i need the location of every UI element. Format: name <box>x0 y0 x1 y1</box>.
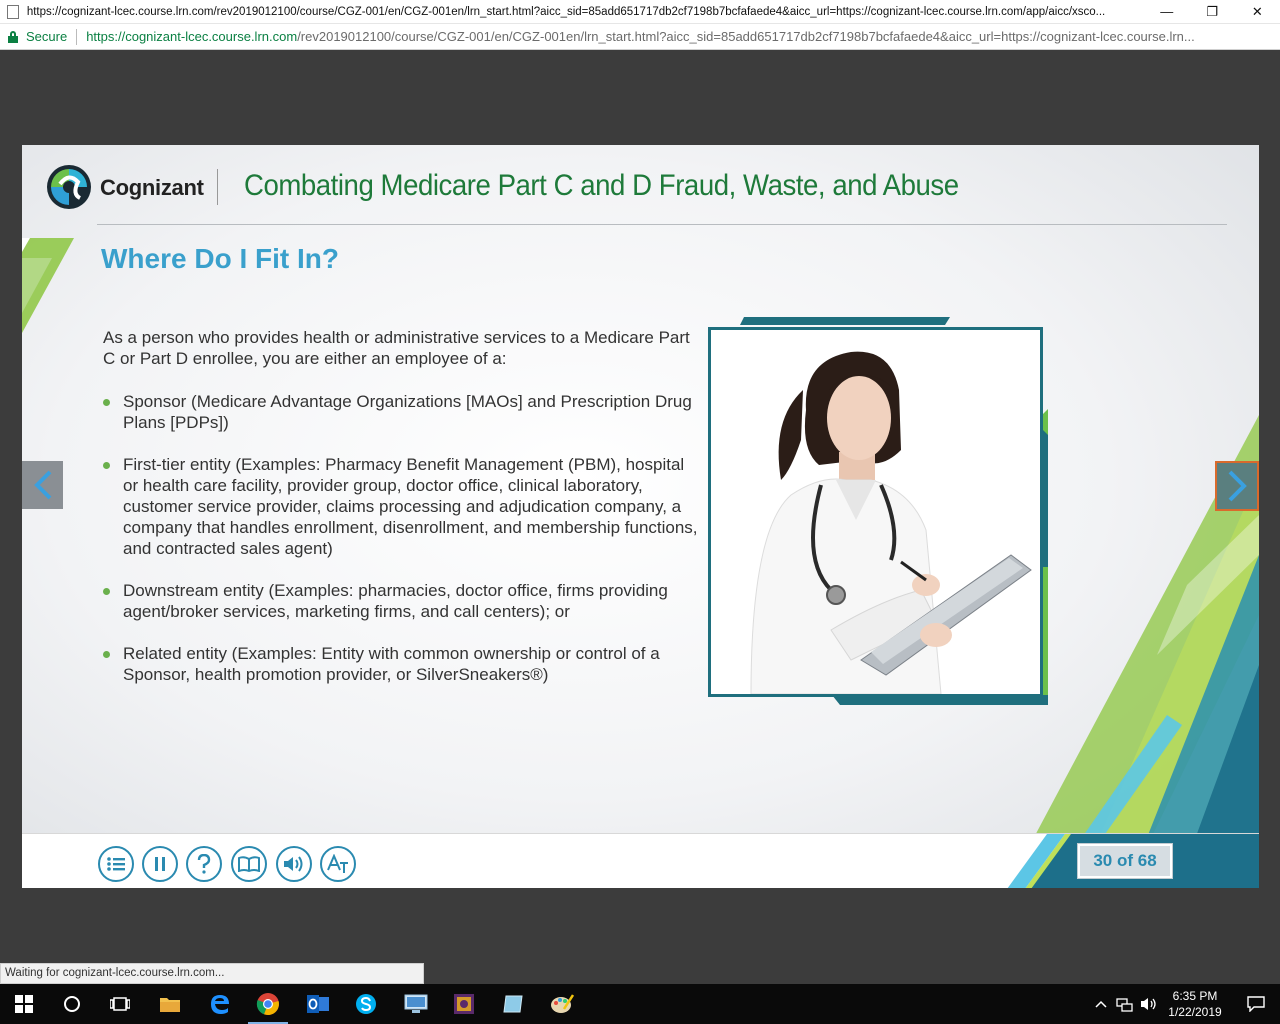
bullet-icon <box>103 462 110 469</box>
taskbar-remote-desktop[interactable] <box>392 984 440 1024</box>
player-controls: 30 of 68 <box>22 833 1259 888</box>
taskbar-edge[interactable] <box>196 984 244 1024</box>
audio-button[interactable] <box>276 846 312 882</box>
chrome-icon <box>256 993 279 1016</box>
bullet-text: Sponsor (Medicare Advantage Organization… <box>123 392 692 432</box>
remote-desktop-icon <box>404 994 428 1013</box>
url-host: https://cognizant-lcec.course.lrn.com <box>86 29 298 44</box>
brand-name: Cognizant <box>100 175 204 200</box>
intro-text: As a person who provides health or admin… <box>103 328 690 368</box>
taskbar-chrome[interactable] <box>244 984 292 1024</box>
address-bar[interactable]: Secure https://cognizant-lcec.course.lrn… <box>0 24 1280 50</box>
page-counter: 30 of 68 <box>1077 843 1173 879</box>
system-tray <box>1094 984 1158 1024</box>
windows-icon <box>15 995 33 1013</box>
taskbar-outlook[interactable] <box>294 984 342 1024</box>
search-button[interactable] <box>48 984 96 1024</box>
notes-icon <box>503 995 523 1013</box>
url-path: /rev2019012100/course/CGZ-001/en/CGZ-001… <box>297 29 1195 44</box>
book-icon <box>238 856 260 872</box>
course-title: Combating Medicare Part C and D Fraud, W… <box>244 169 959 202</box>
nurse-photo <box>708 327 1043 697</box>
list-item: Downstream entity (Examples: pharmacies,… <box>103 580 703 622</box>
taskbar-skype[interactable] <box>342 984 390 1024</box>
close-button[interactable]: ✕ <box>1235 0 1280 24</box>
lock-icon <box>8 30 18 43</box>
restore-button[interactable]: ❐ <box>1189 0 1234 24</box>
url-field[interactable]: https://cognizant-lcec.course.lrn.com/re… <box>86 29 1266 44</box>
chevron-left-icon <box>33 470 51 500</box>
window-title: https://cognizant-lcec.course.lrn.com/re… <box>26 5 1106 18</box>
glossary-button[interactable] <box>231 846 267 882</box>
action-center-button[interactable] <box>1232 984 1280 1024</box>
minimize-button[interactable]: — <box>1144 0 1189 24</box>
slide-header: Cognizant Combating Medicare Part C and … <box>22 145 1259 225</box>
outlook-icon <box>307 995 329 1013</box>
taskbar-notes[interactable] <box>489 984 537 1024</box>
section-title: Where Do I Fit In? <box>101 243 339 274</box>
text-size-icon <box>327 854 348 873</box>
bullet-text: Related entity (Examples: Entity with co… <box>123 644 660 684</box>
folder-icon <box>160 998 180 1012</box>
list-item: Sponsor (Medicare Advantage Organization… <box>103 391 703 433</box>
window-title-bar: https://cognizant-lcec.course.lrn.com/re… <box>0 0 1280 24</box>
taskbar: 6:35 PM 1/22/2019 <box>0 984 1280 1024</box>
skype-icon <box>356 994 376 1014</box>
nurse-photo-image <box>708 327 1043 697</box>
left-decor-stripes <box>22 238 74 333</box>
taskbar-clock[interactable]: 6:35 PM 1/22/2019 <box>1160 988 1230 1020</box>
menu-button[interactable] <box>98 846 134 882</box>
network-icon[interactable] <box>1116 996 1134 1012</box>
taskbar-file-explorer[interactable] <box>146 984 194 1024</box>
bullet-icon <box>103 651 110 658</box>
bullet-icon <box>103 399 110 406</box>
speaker-icon <box>284 856 303 872</box>
text-size-button[interactable] <box>320 846 356 882</box>
paint-icon <box>551 994 574 1013</box>
edge-icon <box>211 995 229 1014</box>
page-icon <box>7 4 19 19</box>
list-item: Related entity (Examples: Entity with co… <box>103 643 703 685</box>
browser-status-bar: Waiting for cognizant-lcec.course.lrn.co… <box>0 963 424 984</box>
chevron-right-icon <box>1228 470 1247 502</box>
list-item: First-tier entity (Examples: Pharmacy Be… <box>103 454 703 559</box>
secure-label: Secure <box>26 29 68 44</box>
entity-list: Sponsor (Medicare Advantage Organization… <box>103 391 703 685</box>
volume-icon[interactable] <box>1140 996 1158 1012</box>
header-rule <box>97 224 1227 225</box>
previous-slide-button[interactable] <box>22 461 63 509</box>
slide-body: As a person who provides health or admin… <box>103 327 703 706</box>
header-divider <box>217 169 218 205</box>
bullet-text: First-tier entity (Examples: Pharmacy Be… <box>123 455 698 558</box>
task-view-icon <box>110 997 130 1011</box>
cortana-icon <box>64 996 80 1012</box>
notification-icon <box>1247 996 1265 1012</box>
bullet-icon <box>103 588 110 595</box>
task-view-button[interactable] <box>96 984 144 1024</box>
help-button[interactable] <box>186 846 222 882</box>
next-slide-button[interactable] <box>1215 461 1259 511</box>
pause-icon <box>155 857 165 871</box>
list-icon <box>107 857 125 871</box>
clock-time: 6:35 PM <box>1172 989 1218 1003</box>
address-separator <box>76 28 78 45</box>
course-slide: Cognizant Combating Medicare Part C and … <box>22 145 1259 888</box>
chevron-up-icon[interactable] <box>1094 999 1108 1009</box>
clock-date: 1/22/2019 <box>1168 1005 1222 1019</box>
cognizant-logo-icon <box>47 165 91 209</box>
bullet-text: Downstream entity (Examples: pharmacies,… <box>123 581 668 621</box>
app-badge-icon <box>454 994 474 1014</box>
question-icon <box>197 854 211 874</box>
nurse-illustration <box>750 351 1032 694</box>
taskbar-paint[interactable] <box>538 984 586 1024</box>
pause-button[interactable] <box>142 846 178 882</box>
start-button[interactable] <box>0 984 48 1024</box>
taskbar-app-icon[interactable] <box>440 984 488 1024</box>
